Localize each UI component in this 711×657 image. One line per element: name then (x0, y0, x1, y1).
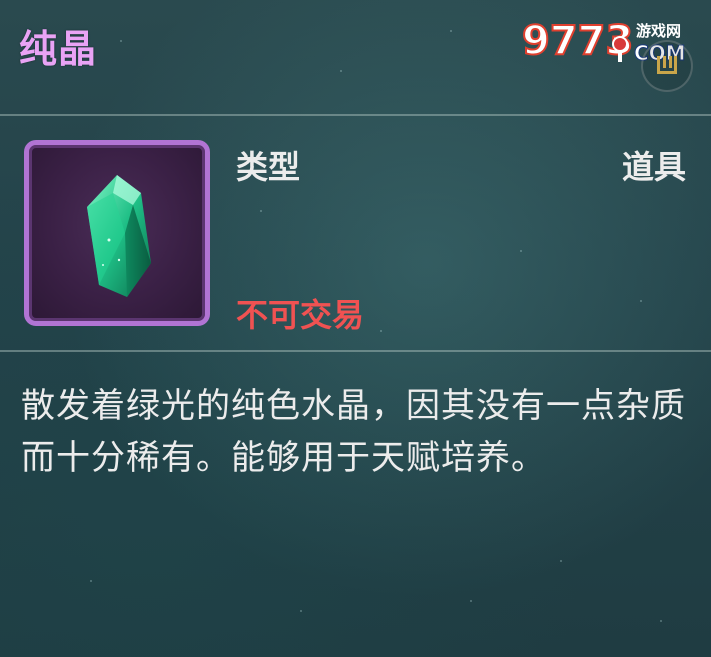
item-detail-panel: 纯晶 9773 游戏网 COM 类型 道具 不可交易 散发着绿光的纯色水晶，因其… (0, 0, 711, 657)
item-description: 散发着绿光的纯色水晶，因其没有一点杂质而十分稀有。能够用于天赋培养。 (21, 386, 686, 478)
green-crystal-icon (87, 175, 151, 297)
divider-top (0, 114, 711, 116)
item-name-title: 纯晶 (19, 27, 98, 71)
close-button[interactable] (641, 40, 693, 92)
item-type-label: 类型 (236, 148, 301, 186)
trade-status-text: 不可交易 (236, 296, 365, 334)
watermark-cn-text: 游戏网 (636, 22, 681, 40)
divider-middle (0, 350, 711, 352)
item-icon-frame (24, 140, 210, 326)
close-icon (657, 56, 677, 74)
item-type-value: 道具 (621, 148, 686, 186)
